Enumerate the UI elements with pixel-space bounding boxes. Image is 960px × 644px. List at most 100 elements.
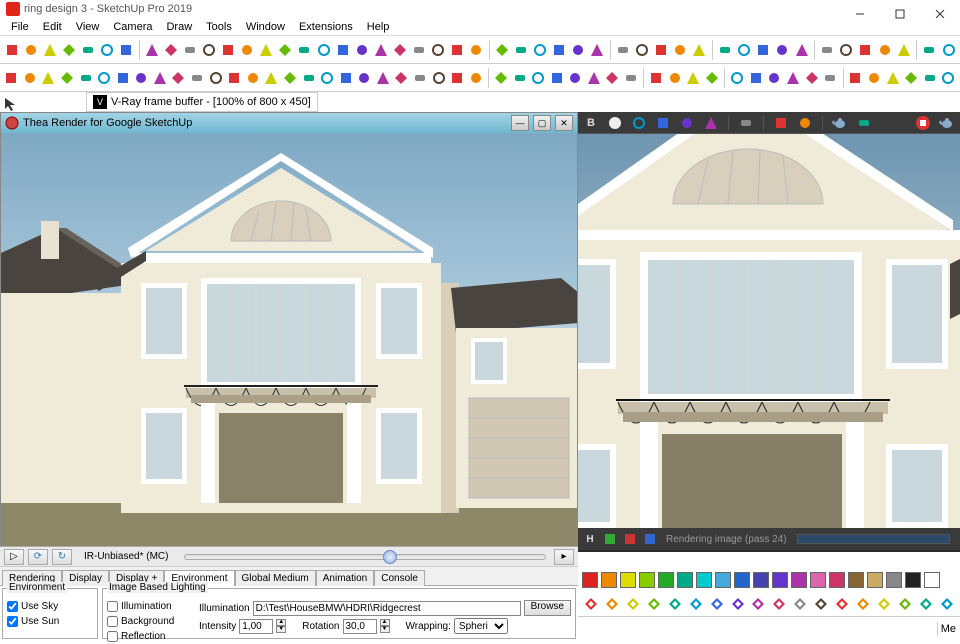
vray-rt-button[interactable] bbox=[736, 38, 753, 62]
new-button[interactable] bbox=[3, 38, 20, 62]
arc3-button[interactable] bbox=[170, 66, 187, 90]
print-button[interactable] bbox=[117, 38, 134, 62]
transform-btn-4[interactable] bbox=[666, 595, 684, 613]
transform-btn-14[interactable] bbox=[875, 595, 893, 613]
scale-button[interactable] bbox=[315, 38, 332, 62]
thea-maximize-button[interactable]: ▢ bbox=[533, 115, 551, 131]
pushpull2-button[interactable] bbox=[207, 66, 224, 90]
front-button[interactable] bbox=[532, 38, 549, 62]
select-button[interactable] bbox=[143, 38, 160, 62]
help-button[interactable] bbox=[940, 38, 957, 62]
tab-display[interactable]: Display bbox=[62, 570, 109, 586]
transform-btn-9[interactable] bbox=[770, 595, 788, 613]
transform-btn-17[interactable] bbox=[938, 595, 956, 613]
tab-animation[interactable]: Animation bbox=[316, 570, 374, 586]
circ2-button[interactable] bbox=[114, 66, 131, 90]
transform-btn-7[interactable] bbox=[729, 595, 747, 613]
vray-grid-button[interactable] bbox=[772, 114, 790, 132]
walk-button[interactable] bbox=[430, 66, 447, 90]
swatch-rose[interactable] bbox=[829, 572, 845, 588]
freehand-button[interactable] bbox=[59, 66, 76, 90]
swatch-gray[interactable] bbox=[886, 572, 902, 588]
transform-btn-5[interactable] bbox=[687, 595, 705, 613]
transform-btn-8[interactable] bbox=[750, 595, 768, 613]
teapot-button[interactable] bbox=[819, 38, 836, 62]
t-c-button[interactable] bbox=[884, 66, 901, 90]
vray-status-stop2-button[interactable] bbox=[642, 531, 658, 547]
vr-a-button[interactable] bbox=[729, 66, 746, 90]
t-d-button[interactable] bbox=[903, 66, 920, 90]
swatch-teal[interactable] bbox=[677, 572, 693, 588]
3dw-button[interactable] bbox=[691, 38, 708, 62]
thea-sync-button[interactable]: ↻ bbox=[52, 549, 72, 565]
wrapping-select[interactable]: Spheri bbox=[454, 618, 508, 634]
swatch-brown[interactable] bbox=[848, 572, 864, 588]
fur-button[interactable] bbox=[623, 66, 640, 90]
look-button[interactable] bbox=[449, 66, 466, 90]
right-button[interactable] bbox=[551, 38, 568, 62]
vray-circle-button[interactable] bbox=[606, 114, 624, 132]
transform-btn-10[interactable] bbox=[791, 595, 809, 613]
thea-minimize-button[interactable]: — bbox=[511, 115, 529, 131]
gear-button[interactable] bbox=[857, 38, 874, 62]
swatch-indigo[interactable] bbox=[753, 572, 769, 588]
offset-button[interactable] bbox=[334, 38, 351, 62]
swatch-pink[interactable] bbox=[810, 572, 826, 588]
camera-button[interactable] bbox=[493, 66, 510, 90]
menu-window[interactable]: Window bbox=[239, 20, 292, 34]
rect-button[interactable] bbox=[220, 38, 237, 62]
open-button[interactable] bbox=[22, 38, 39, 62]
paint-button[interactable] bbox=[391, 38, 408, 62]
vray-status-pause-button[interactable] bbox=[602, 531, 618, 547]
transform-btn-11[interactable] bbox=[812, 595, 830, 613]
pan-button[interactable] bbox=[429, 38, 446, 62]
transform-btn-16[interactable] bbox=[917, 595, 935, 613]
info-button[interactable] bbox=[921, 38, 938, 62]
user-button[interactable] bbox=[615, 38, 632, 62]
pie-button[interactable] bbox=[189, 66, 206, 90]
background-checkbox[interactable]: Background bbox=[107, 614, 193, 629]
vray-save-button[interactable] bbox=[678, 114, 696, 132]
bulb-button[interactable] bbox=[838, 38, 855, 62]
menu-extensions[interactable]: Extensions bbox=[292, 20, 360, 34]
transform-btn-0[interactable] bbox=[582, 595, 600, 613]
outliner-button[interactable] bbox=[653, 38, 670, 62]
swatch-orange[interactable] bbox=[601, 572, 617, 588]
rot2-button[interactable] bbox=[282, 66, 299, 90]
thea-viewport[interactable] bbox=[1, 133, 577, 553]
menu-file[interactable]: File bbox=[4, 20, 36, 34]
iso-button[interactable] bbox=[493, 38, 510, 62]
rect2-button[interactable] bbox=[77, 66, 94, 90]
transform-btn-6[interactable] bbox=[708, 595, 726, 613]
poly-button[interactable] bbox=[133, 66, 150, 90]
thea-titlebar[interactable]: Thea Render for Google SketchUp — ▢ ✕ bbox=[1, 113, 577, 133]
rrect-button[interactable] bbox=[96, 66, 113, 90]
thea-refresh-button[interactable]: ⟳ bbox=[28, 549, 48, 565]
maximize-button[interactable] bbox=[880, 0, 920, 28]
arc2-button[interactable] bbox=[152, 66, 169, 90]
vr-e-button[interactable] bbox=[803, 66, 820, 90]
swatch-blue[interactable] bbox=[734, 572, 750, 588]
swatch-sky[interactable] bbox=[715, 572, 731, 588]
axes-button[interactable] bbox=[356, 66, 373, 90]
save-button[interactable] bbox=[41, 38, 58, 62]
vray-channel-button[interactable]: B bbox=[582, 114, 600, 132]
move2-button[interactable] bbox=[263, 66, 280, 90]
thea-play-button[interactable]: ▷ bbox=[4, 549, 24, 565]
dome-button[interactable] bbox=[530, 66, 547, 90]
lasso-button[interactable] bbox=[22, 66, 39, 90]
undo-button[interactable] bbox=[60, 38, 77, 62]
swatch-violet[interactable] bbox=[772, 572, 788, 588]
close-button[interactable] bbox=[920, 0, 960, 28]
zoom-ext-button[interactable] bbox=[468, 38, 485, 62]
vray-status-h-button[interactable]: H bbox=[582, 531, 598, 547]
t-b-button[interactable] bbox=[866, 66, 883, 90]
transform-btn-12[interactable] bbox=[833, 595, 851, 613]
rotation-field[interactable] bbox=[343, 619, 377, 634]
rotate-button[interactable] bbox=[296, 38, 313, 62]
mesh-button[interactable] bbox=[586, 66, 603, 90]
thea-close-button[interactable]: ✕ bbox=[555, 115, 573, 131]
use-sky-checkbox[interactable]: Use Sky bbox=[7, 599, 93, 614]
tape-button[interactable] bbox=[353, 38, 370, 62]
vray-comp-button[interactable] bbox=[855, 114, 873, 132]
